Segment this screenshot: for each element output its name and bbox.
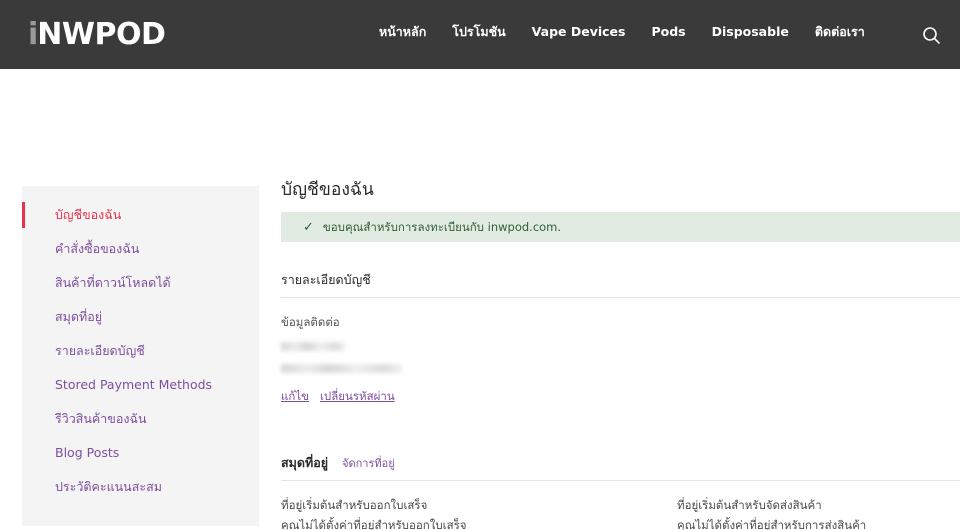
redacted-customer-email	[281, 364, 402, 373]
account-details-section: รายละเอียดบัญชี ข้อมูลติดต่อ แก้ไข เปลี่…	[281, 271, 960, 404]
sidebar-item-label: Blog Posts	[55, 445, 120, 460]
sidebar-item-reward-points[interactable]: ประวัติคะแนนสะสม	[22, 470, 259, 504]
sidebar-item-address-book[interactable]: สมุดที่อยู่	[22, 300, 259, 334]
section-divider	[281, 480, 960, 481]
nav-item-pods[interactable]: Pods	[638, 22, 698, 42]
sidebar-item-label: คำสั่งซื้อของฉัน	[55, 241, 140, 256]
default-shipping-address-block: ที่อยู่เริ่มต้นสำหรับจัดส่งสินค้า คุณไม่…	[677, 495, 960, 530]
change-password-link[interactable]: เปลี่ยนรหัสผ่าน	[320, 389, 395, 403]
logo-text: NWPOD	[37, 16, 166, 52]
sidebar-item-my-account[interactable]: บัญชีของฉัน	[22, 198, 259, 232]
sidebar-item-label: สินค้าที่ดาวน์โหลดได้	[55, 275, 171, 290]
sidebar-item-my-orders[interactable]: คำสั่งซื้อของฉัน	[22, 232, 259, 266]
sidebar-item-label: สมุดที่อยู่	[55, 309, 103, 324]
address-book-header: สมุดที่อยู่ จัดการที่อยู่	[281, 454, 960, 480]
success-message: ✓ ขอบคุณสำหรับการลงทะเบียนกับ inwpod.com…	[281, 212, 960, 242]
main-navigation: หน้าหลัก โปรโมชัน Vape Devices Pods Disp…	[366, 22, 878, 42]
sidebar-item-label: รายละเอียดบัญชี	[55, 343, 145, 358]
search-icon[interactable]	[916, 20, 946, 50]
account-details-title: รายละเอียดบัญชี	[281, 272, 371, 287]
nav-item-promotion[interactable]: โปรโมชัน	[439, 22, 518, 42]
sidebar-item-account-details[interactable]: รายละเอียดบัญชี	[22, 334, 259, 368]
main-content: บัญชีของฉัน ✓ ขอบคุณสำหรับการลงทะเบียนกั…	[281, 179, 960, 530]
contact-information-title: ข้อมูลติดต่อ	[281, 315, 340, 329]
page-body: บัญชีของฉัน คำสั่งซื้อของฉัน สินค้าที่ดา…	[0, 69, 960, 530]
nav-item-home[interactable]: หน้าหลัก	[366, 22, 439, 42]
link-separator	[313, 389, 317, 403]
sidebar-item-my-reviews[interactable]: รีวิวสินค้าของฉัน	[22, 402, 259, 436]
shipping-address-empty-text: คุณไม่ได้ตั้งค่าที่อยู่สำหรับการส่งสินค้…	[677, 518, 867, 530]
site-header: i NWPOD หน้าหลัก โปรโมชัน Vape Devices P…	[0, 0, 960, 69]
sidebar-item-stored-payment[interactable]: Stored Payment Methods	[22, 368, 259, 402]
account-action-links: แก้ไข เปลี่ยนรหัสผ่าน	[281, 388, 960, 404]
billing-address-heading: ที่อยู่เริ่มต้นสำหรับออกใบเสร็จ	[281, 498, 428, 512]
site-logo[interactable]: i NWPOD	[28, 16, 166, 52]
page-title: บัญชีของฉัน	[281, 180, 374, 200]
section-divider	[281, 297, 960, 298]
nav-item-vape-devices[interactable]: Vape Devices	[519, 22, 639, 42]
account-sidebar: บัญชีของฉัน คำสั่งซื้อของฉัน สินค้าที่ดา…	[22, 186, 259, 526]
sidebar-item-blog-posts[interactable]: Blog Posts	[22, 436, 259, 470]
sidebar-item-label: บัญชีของฉัน	[55, 207, 122, 222]
nav-item-disposable[interactable]: Disposable	[699, 22, 802, 42]
manage-addresses-link[interactable]: จัดการที่อยู่	[342, 456, 395, 471]
billing-address-empty-text: คุณไม่ได้ตั้งค่าที่อยู่สำหรับออกใบเสร็จ	[281, 518, 467, 530]
success-message-text: ขอบคุณสำหรับการลงทะเบียนกับ inwpod.com.	[322, 220, 562, 234]
address-book-title: สมุดที่อยู่	[281, 455, 329, 470]
edit-account-link[interactable]: แก้ไข	[281, 389, 309, 403]
check-icon: ✓	[303, 219, 314, 235]
address-columns: ที่อยู่เริ่มต้นสำหรับออกใบเสร็จ คุณไม่ได…	[281, 495, 960, 530]
account-details-header: รายละเอียดบัญชี	[281, 271, 960, 297]
sidebar-item-label: Stored Payment Methods	[55, 377, 213, 392]
logo-letter-i: i	[28, 16, 38, 52]
sidebar-item-label: ประวัติคะแนนสะสม	[55, 479, 162, 494]
redacted-customer-name	[281, 342, 345, 351]
shipping-address-heading: ที่อยู่เริ่มต้นสำหรับจัดส่งสินค้า	[677, 498, 822, 512]
sidebar-item-downloadable[interactable]: สินค้าที่ดาวน์โหลดได้	[22, 266, 259, 300]
nav-item-contact[interactable]: ติดต่อเรา	[802, 22, 878, 42]
address-book-section: สมุดที่อยู่ จัดการที่อยู่ ที่อยู่เริ่มต้…	[281, 454, 960, 530]
sidebar-item-label: รีวิวสินค้าของฉัน	[55, 411, 147, 426]
default-billing-address-block: ที่อยู่เริ่มต้นสำหรับออกใบเสร็จ คุณไม่ได…	[281, 495, 677, 530]
